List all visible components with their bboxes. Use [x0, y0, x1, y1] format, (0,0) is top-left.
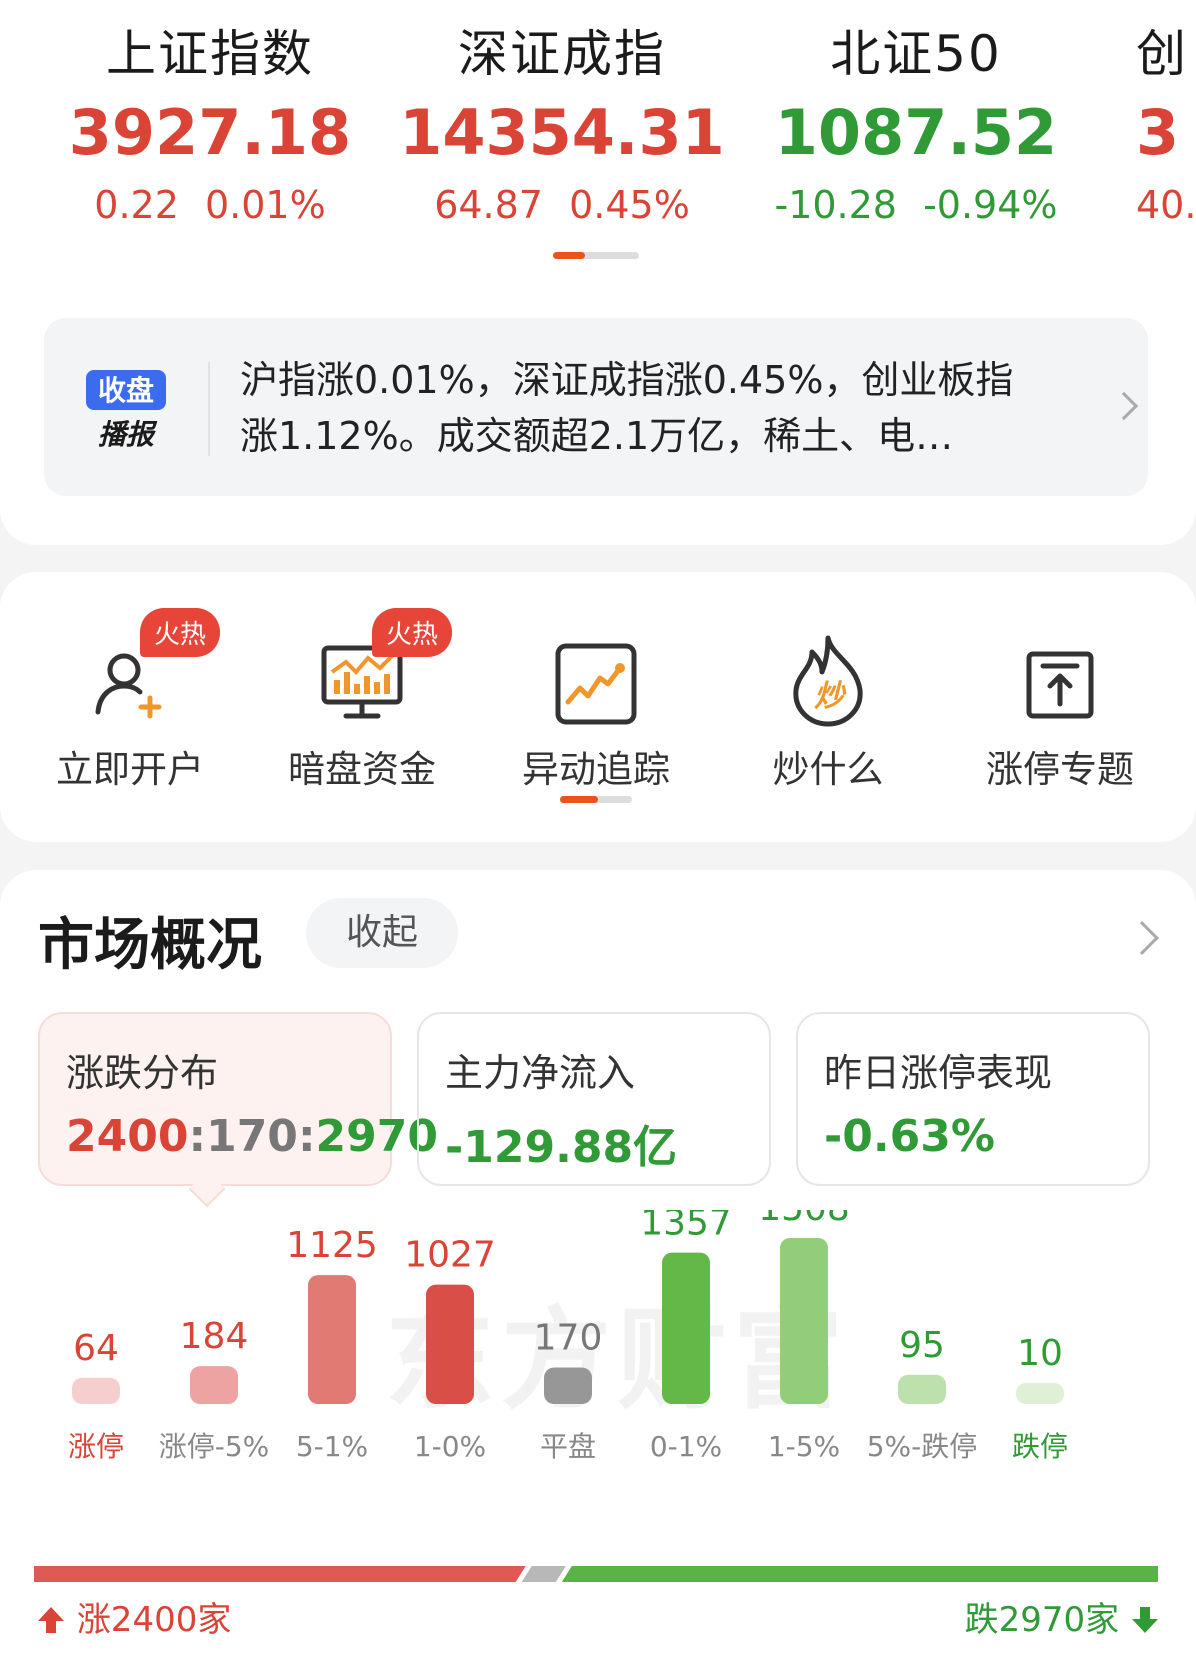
- fire-icon: 炒: [793, 635, 863, 727]
- category-label: 5%-跌停: [867, 1430, 978, 1463]
- closing-news-banner[interactable]: 收盘 播报 沪指涨0.01%，深证成指涨0.45%，创业板指涨1.12%。成交额…: [44, 318, 1148, 496]
- index-value: 1087.52: [774, 96, 1058, 169]
- section-title: 市场概况: [38, 913, 262, 978]
- index-name: 创: [1136, 25, 1188, 83]
- carousel-indicator: [553, 252, 639, 259]
- bar-7[interactable]: [898, 1374, 946, 1404]
- category-label: 跌停: [1012, 1430, 1068, 1463]
- bar-1[interactable]: [190, 1366, 238, 1404]
- tile-rise-fall-distribution[interactable]: 涨跌分布 2400:170:2970: [38, 1012, 439, 1186]
- rise-count: 涨2400家: [36, 1592, 231, 1641]
- rise-flat-fall-ratio: 2400:170:2970: [66, 1111, 439, 1162]
- news-text: 沪指涨0.01%，深证成指涨0.45%，创业板指涨1.12%。成交额超2.1万亿…: [240, 358, 1014, 458]
- index-name: 上证指数: [106, 25, 314, 83]
- progress-down-segment: [561, 1566, 1158, 1582]
- category-label: 5-1%: [296, 1430, 368, 1463]
- tile-title: 主力净流入: [445, 1051, 636, 1095]
- quick-dark-pool-funds[interactable]: 火热 暗盘资金: [262, 608, 462, 793]
- bar-value-label: 170: [534, 1318, 603, 1359]
- bar-0[interactable]: [72, 1377, 120, 1404]
- carousel-indicator: [560, 796, 632, 803]
- index-chinext-partial[interactable]: 创 3 40.: [1136, 14, 1196, 227]
- bar-value-label: 1027: [404, 1235, 496, 1276]
- category-label: 涨停: [68, 1430, 124, 1463]
- quick-label: 涨停专题: [986, 748, 1134, 791]
- quick-label: 炒什么: [772, 748, 884, 791]
- quick-anomaly-tracking[interactable]: 异动追踪: [496, 612, 696, 793]
- tile-value: -129.88亿: [445, 1122, 678, 1173]
- progress-up-segment: [34, 1566, 526, 1582]
- chevron-right-icon[interactable]: [1125, 921, 1159, 955]
- category-label: 0-1%: [650, 1430, 722, 1463]
- category-label: 1-0%: [414, 1430, 486, 1463]
- index-change: -10.28 -0.94%: [774, 183, 1058, 227]
- bar-5[interactable]: [662, 1252, 710, 1404]
- index-name: 北证50: [830, 25, 1002, 83]
- distribution-bar-chart: 64 涨停 184 涨停-5% 1125 5-1% 1027 1-0% 170 平盘 1357 0-1…: [68, 1210, 1068, 1463]
- category-label: 涨停-5%: [159, 1430, 270, 1463]
- svg-text:炒: 炒: [814, 679, 847, 714]
- index-change: 40.: [1136, 183, 1196, 227]
- quick-limit-up-topics[interactable]: 涨停专题: [960, 612, 1160, 793]
- tile-title: 涨跌分布: [66, 1051, 219, 1095]
- arrow-down-icon: [1132, 1607, 1158, 1633]
- bar-value-label: 1357: [640, 1210, 732, 1244]
- bar-value-label: 95: [899, 1325, 945, 1366]
- index-value: 14354.31: [399, 96, 725, 169]
- collapse-button[interactable]: 收起: [306, 898, 458, 968]
- category-label: 1-5%: [768, 1430, 840, 1463]
- tile-main-net-inflow[interactable]: 主力净流入 -129.88亿: [417, 1012, 771, 1186]
- index-value: 3927.18: [68, 96, 352, 169]
- tile-value: -0.63%: [824, 1111, 995, 1162]
- svg-text:收盘: 收盘: [98, 374, 154, 407]
- closing-report-logo-icon: 收盘 播报: [86, 370, 166, 451]
- hot-badge: 火热: [140, 608, 221, 657]
- bar-8[interactable]: [1016, 1383, 1064, 1404]
- quick-label: 暗盘资金: [288, 748, 436, 791]
- index-name: 深证成指: [458, 25, 666, 83]
- index-shenzhen[interactable]: 深证成指 14354.31 64.87 0.45%: [392, 14, 732, 227]
- tile-yesterday-limit-up[interactable]: 昨日涨停表现 -0.63%: [796, 1012, 1150, 1186]
- bar-value-label: 10: [1017, 1333, 1063, 1374]
- bar-4[interactable]: [544, 1367, 592, 1404]
- quick-open-account[interactable]: 火热 立即开户: [30, 608, 230, 793]
- tile-title: 昨日涨停表现: [824, 1051, 1053, 1095]
- chevron-right-icon: [1109, 391, 1139, 421]
- svg-text:播报: 播报: [98, 418, 158, 451]
- index-shanghai[interactable]: 上证指数 3927.18 0.22 0.01%: [40, 14, 380, 227]
- progress-flat-segment: [521, 1566, 566, 1582]
- bar-value-label: 184: [180, 1316, 249, 1357]
- index-value: 3: [1136, 96, 1180, 169]
- bar-2[interactable]: [308, 1275, 356, 1404]
- index-beizheng50[interactable]: 北证50 1087.52 -10.28 -0.94%: [746, 14, 1086, 227]
- category-label: 平盘: [540, 1430, 596, 1463]
- index-card: 上证指数 3927.18 0.22 0.01% 深证成指 14354.31 64…: [0, 0, 1196, 545]
- rise-fall-progress-bar: [34, 1566, 1158, 1582]
- bar-value-label: 1508: [758, 1210, 850, 1229]
- quick-entry-card: 火热 立即开户 火热 暗盘资金 异动追踪 炒 炒什么 涨停专题: [0, 572, 1196, 842]
- index-change: 64.87 0.45%: [434, 183, 690, 227]
- trend-line-icon: [555, 643, 637, 725]
- bar-value-label: 1125: [286, 1225, 378, 1266]
- index-change: 0.22 0.01%: [94, 183, 326, 227]
- upload-box-icon: [1026, 651, 1094, 719]
- bar-6[interactable]: [780, 1238, 828, 1404]
- bar-3[interactable]: [426, 1284, 474, 1404]
- quick-label: 异动追踪: [522, 748, 670, 791]
- hot-badge: 火热: [372, 608, 453, 657]
- divider: [208, 362, 210, 456]
- arrow-up-icon: [38, 1607, 64, 1633]
- bar-value-label: 64: [73, 1328, 119, 1369]
- market-overview-card: 市场概况 收起 涨跌分布 2400:170:2970 主力净流入 -129.88…: [0, 870, 1196, 1663]
- quick-what-to-trade[interactable]: 炒 炒什么: [728, 612, 928, 793]
- quick-label: 立即开户: [56, 748, 204, 791]
- fall-count: 跌2970家: [965, 1592, 1160, 1641]
